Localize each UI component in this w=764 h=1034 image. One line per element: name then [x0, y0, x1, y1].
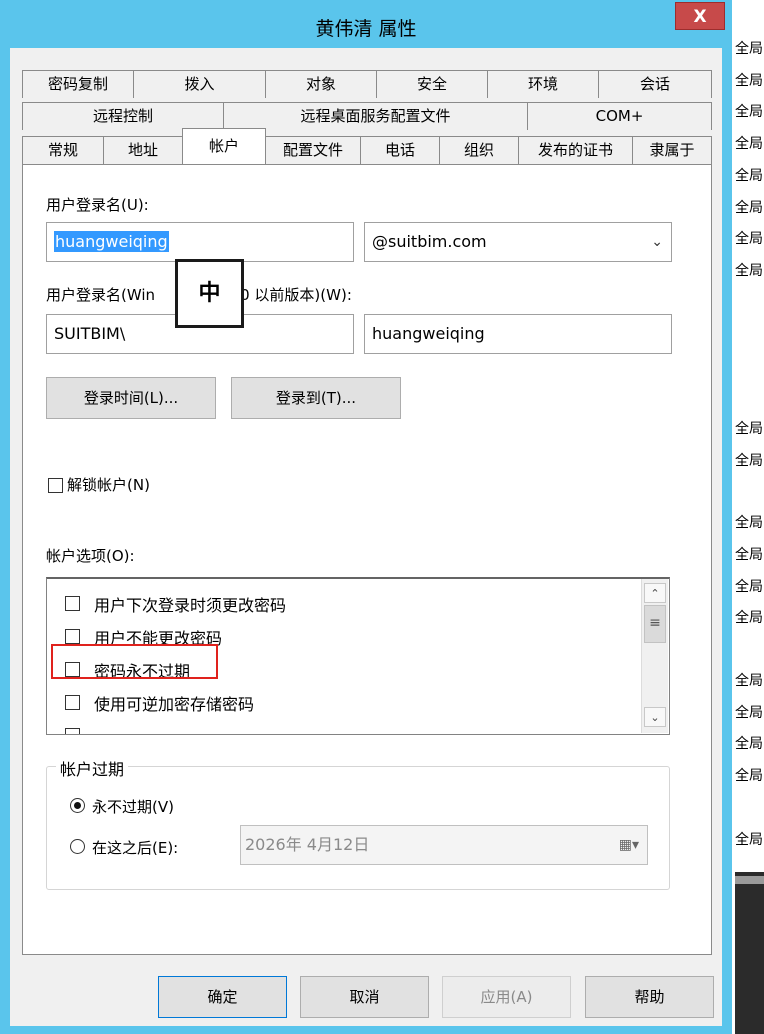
background-list-item: 全局 [735, 168, 763, 184]
logon-name-label: 用户登录名(U): [46, 196, 149, 214]
background-list-item: 全局 [735, 41, 763, 57]
ime-mode-indicator: 中 [175, 259, 244, 328]
background-list-item: 全局 [735, 705, 763, 721]
option-checkbox[interactable] [65, 596, 80, 611]
tab-general[interactable]: 常规 [22, 136, 104, 164]
background-list-item: 全局 [735, 579, 763, 595]
tab-sessions[interactable]: 会话 [598, 70, 712, 98]
background-list-item: 全局 [735, 263, 763, 279]
logon-name-input[interactable]: huangweiqing [46, 222, 354, 262]
option-checkbox[interactable] [65, 695, 80, 710]
never-expires-radio[interactable] [70, 798, 85, 813]
annotation-highlight-box [51, 644, 218, 679]
option-checkbox[interactable] [65, 728, 80, 734]
tab-address[interactable]: 地址 [103, 136, 183, 164]
background-list-item: 全局 [735, 610, 763, 626]
unlock-account-checkbox[interactable] [48, 478, 63, 493]
end-of-radio[interactable] [70, 839, 85, 854]
tab-com-plus[interactable]: COM+ [527, 102, 712, 130]
unlock-account-label: 解锁帐户(N) [67, 476, 150, 494]
title-bar[interactable]: 黄伟清 属性 X [0, 0, 732, 48]
tab-environment[interactable]: 环境 [487, 70, 599, 98]
background-list-item: 全局 [735, 200, 763, 216]
expiry-date-picker[interactable]: 2026年 4月12日 ▦▾ [240, 825, 648, 865]
scroll-up-icon[interactable]: ⌃ [644, 583, 666, 603]
pre2000-label-left: 用户登录名(Win [46, 286, 156, 304]
end-of-label: 在这之后(E): [92, 839, 179, 857]
tab-password-replication[interactable]: 密码复制 [22, 70, 134, 98]
tab-dial-in[interactable]: 拨入 [133, 70, 266, 98]
background-list-item: 全局 [735, 421, 763, 437]
background-list-item: 全局 [735, 231, 763, 247]
account-expiry-legend: 帐户过期 [56, 756, 129, 780]
tab-published-certificates[interactable]: 发布的证书 [518, 136, 633, 164]
option-label: 用户下次登录时须更改密码 [94, 596, 287, 615]
expiry-date-value: 2026年 4月12日 [245, 835, 370, 854]
logon-to-button[interactable]: 登录到(T)... [231, 377, 401, 419]
close-button[interactable]: X [675, 2, 725, 30]
background-list-item: 全局 [735, 673, 763, 689]
radio-selected-dot [74, 802, 81, 809]
tab-object[interactable]: 对象 [265, 70, 377, 98]
tab-profile[interactable]: 配置文件 [265, 136, 361, 164]
background-scroll-strip [735, 876, 764, 884]
background-list-item: 全局 [735, 547, 763, 563]
logon-name-value: huangweiqing [54, 231, 169, 252]
tab-member-of[interactable]: 隶属于 [632, 136, 712, 164]
tab-rds-profile[interactable]: 远程桌面服务配置文件 [223, 102, 528, 130]
domain-suffix-select[interactable]: @suitbim.com ⌄ [364, 222, 672, 262]
background-list-item: 全局 [735, 73, 763, 89]
account-options-label: 帐户选项(O): [46, 547, 135, 565]
scroll-down-icon[interactable]: ⌄ [644, 707, 666, 727]
tab-organization[interactable]: 组织 [439, 136, 519, 164]
domain-suffix-value: @suitbim.com [372, 232, 487, 251]
ok-button[interactable]: 确定 [158, 976, 287, 1018]
background-list-item: 全局 [735, 515, 763, 531]
background-list-item: 全局 [735, 736, 763, 752]
background-list-item: 全局 [735, 136, 763, 152]
background-list-item: 全局 [735, 104, 763, 120]
never-expires-label: 永不过期(V) [92, 798, 174, 816]
tab-telephones[interactable]: 电话 [360, 136, 440, 164]
option-checkbox[interactable] [65, 629, 80, 644]
option-label: 使用可逆加密存储密码 [94, 695, 255, 714]
background-list-item: 全局 [735, 453, 763, 469]
background-dark-panel [735, 872, 764, 1034]
pre2000-name-input[interactable]: huangweiqing [364, 314, 672, 354]
apply-button[interactable]: 应用(A) [442, 976, 571, 1018]
cancel-button[interactable]: 取消 [300, 976, 429, 1018]
dialog-title: 黄伟清 属性 [315, 18, 417, 40]
scroll-thumb[interactable]: ≡ [644, 605, 666, 643]
help-button[interactable]: 帮助 [585, 976, 714, 1018]
background-list-item: 全局 [735, 832, 763, 848]
tab-remote-control[interactable]: 远程控制 [22, 102, 224, 130]
tab-security[interactable]: 安全 [376, 70, 488, 98]
chevron-down-icon[interactable]: ⌄ [651, 223, 663, 261]
calendar-icon[interactable]: ▦▾ [619, 826, 639, 864]
tab-account[interactable]: 帐户 [182, 128, 266, 164]
logon-hours-button[interactable]: 登录时间(L)... [46, 377, 216, 419]
options-scrollbar[interactable]: ⌃ ≡ ⌄ [641, 579, 668, 733]
background-list-item: 全局 [735, 768, 763, 784]
